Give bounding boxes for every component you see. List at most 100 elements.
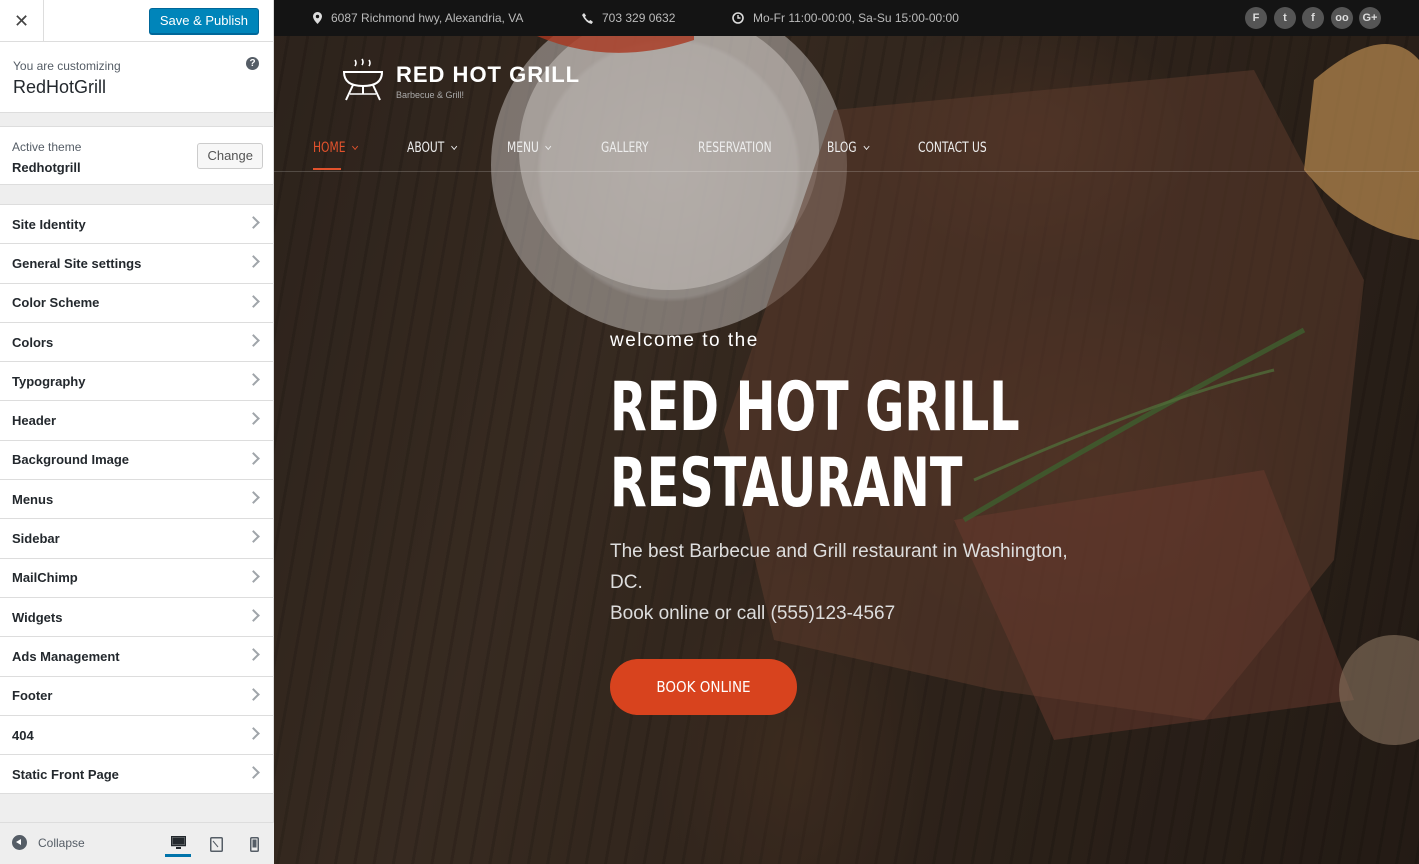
tablet-icon[interactable] [203,831,229,857]
google-plus-icon[interactable]: G+ [1359,7,1381,29]
chevron-right-icon [247,412,260,426]
customizer-section-typography[interactable]: Typography [0,362,273,402]
phone-text: 703 329 0632 [602,11,676,25]
grill-icon [342,58,384,101]
nav-item-reservation[interactable]: RESERVATION [698,138,772,158]
mobile-icon[interactable] [241,831,267,857]
section-label: 404 [12,727,34,743]
customizer-section-colors[interactable]: Colors [0,322,273,363]
nav-item-home[interactable]: HOME [313,138,359,158]
chevron-right-icon [247,569,260,583]
customizer-section-sidebar[interactable]: Sidebar [0,519,273,559]
collapse-icon [12,835,27,850]
nav-active-underline [313,168,341,170]
site-name: RedHotGrill [13,77,107,97]
section-label: Static Front Page [12,766,119,782]
desktop-icon[interactable] [165,831,191,857]
foursquare-icon[interactable]: F [1245,7,1267,29]
chevron-down-icon [451,142,458,151]
section-label: Site Identity [12,216,86,232]
tripadvisor-icon[interactable]: oo [1331,7,1353,29]
customizer-section-widgets[interactable]: Widgets [0,597,273,638]
hero-description: The best Barbecue and Grill restaurant i… [610,536,1090,629]
nav-item-label: BLOG [827,140,857,156]
customizer-header: ✕ Save & Publish [0,0,273,42]
phone-info: 703 329 0632 [582,11,675,25]
chevron-down-icon [545,142,552,151]
site-tagline: Barbecue & Grill! [396,90,465,100]
customizer-section-ads-management[interactable]: Ads Management [0,637,273,677]
nav-item-label: RESERVATION [698,140,773,156]
save-publish-button[interactable]: Save & Publish [148,8,259,34]
section-label: General Site settings [12,255,142,271]
nav-item-gallery[interactable]: GALLERY [601,138,649,158]
customizer-section-header[interactable]: Header [0,401,273,441]
customizer-section-color-scheme[interactable]: Color Scheme [0,283,273,323]
customizer-section-footer[interactable]: Footer [0,676,273,716]
chevron-down-icon [352,142,359,151]
nav-divider [274,171,1419,172]
customizer-section-site-identity[interactable]: Site Identity [0,205,273,245]
site-logo[interactable]: RED HOT GRILL Barbecue & Grill! [340,58,580,102]
hours-info: Mo-Fr 11:00-00:00, Sa-Su 15:00-00:00 [732,11,959,25]
help-icon[interactable]: ? [246,57,259,70]
nav-item-label: ABOUT [407,140,445,156]
customizer-sidebar: ✕ Save & Publish You are customizing Red… [0,0,274,864]
customizing-label: You are customizing [13,59,121,73]
customizer-footer: Collapse [0,822,274,864]
customizer-section-404[interactable]: 404 [0,715,273,756]
customizing-info: You are customizing RedHotGrill ? [0,42,273,113]
chevron-right-icon [247,294,260,308]
hours-text: Mo-Fr 11:00-00:00, Sa-Su 15:00-00:00 [753,11,959,25]
section-label: Background Image [12,452,130,468]
section-label: Colors [12,334,54,350]
customizer-section-mailchimp[interactable]: MailChimp [0,558,273,598]
chevron-right-icon [247,766,260,780]
nav-item-label: HOME [313,140,346,156]
nav-item-about[interactable]: ABOUT [407,138,458,158]
hero-desc-line1: The best Barbecue and Grill restaurant i… [610,541,1068,593]
logo-text: RED HOT GRILL Barbecue & Grill! [396,58,581,101]
hero-desc-line2: Book online or call (555)123-4567 [610,603,896,624]
section-label: Header [12,413,57,429]
top-info-bar: 6087 Richmond hwy, Alexandria, VA 703 32… [274,0,1419,36]
hero-welcome: welcome to the [610,330,759,351]
collapse-label: Collapse [38,835,85,850]
hero-section: welcome to the RED HOT GRILL RESTAURANT … [610,330,1110,715]
customizer-section-background-image[interactable]: Background Image [0,440,273,481]
section-label: Color Scheme [12,295,100,311]
nav-item-contact-us[interactable]: CONTACT US [918,138,987,158]
chevron-right-icon [247,726,260,740]
customizer-section-menus[interactable]: Menus [0,480,273,520]
clock-icon [732,12,744,24]
hero-title: RED HOT GRILL RESTAURANT [610,370,1047,522]
close-icon[interactable]: ✕ [0,0,44,42]
address-text: 6087 Richmond hwy, Alexandria, VA [331,11,524,25]
chevron-right-icon [247,530,260,544]
twitter-icon[interactable]: t [1274,7,1296,29]
change-theme-button[interactable]: Change [197,143,263,169]
chevron-right-icon [247,609,260,622]
customizer-section-static-front-page[interactable]: Static Front Page [0,755,273,795]
section-label: Sidebar [12,531,60,547]
nav-item-label: GALLERY [600,140,649,156]
facebook-icon[interactable]: f [1302,7,1324,29]
chevron-right-icon [247,334,260,347]
chevron-right-icon [247,648,260,662]
nav-item-blog[interactable]: BLOG [827,138,870,158]
map-pin-icon [313,12,322,24]
chevron-right-icon [247,687,260,701]
collapse-button[interactable]: Collapse [12,835,85,850]
site-preview: 6087 Richmond hwy, Alexandria, VA 703 32… [274,0,1419,864]
active-theme-panel: Active theme Redhotgrill Change [0,126,273,185]
nav-item-menu[interactable]: MENU [507,138,552,158]
hero-title-line1: RED HOT GRILL [610,368,1020,447]
customizer-section-general-site-settings[interactable]: General Site settings [0,244,273,284]
section-label: Widgets [12,609,63,625]
site-title: RED HOT GRILL [396,62,581,87]
phone-icon [582,12,593,24]
chevron-right-icon [247,491,260,504]
chevron-right-icon [247,451,260,465]
book-online-button[interactable]: BOOK ONLINE [610,659,797,715]
hero-title-line2: RESTAURANT [610,444,963,523]
